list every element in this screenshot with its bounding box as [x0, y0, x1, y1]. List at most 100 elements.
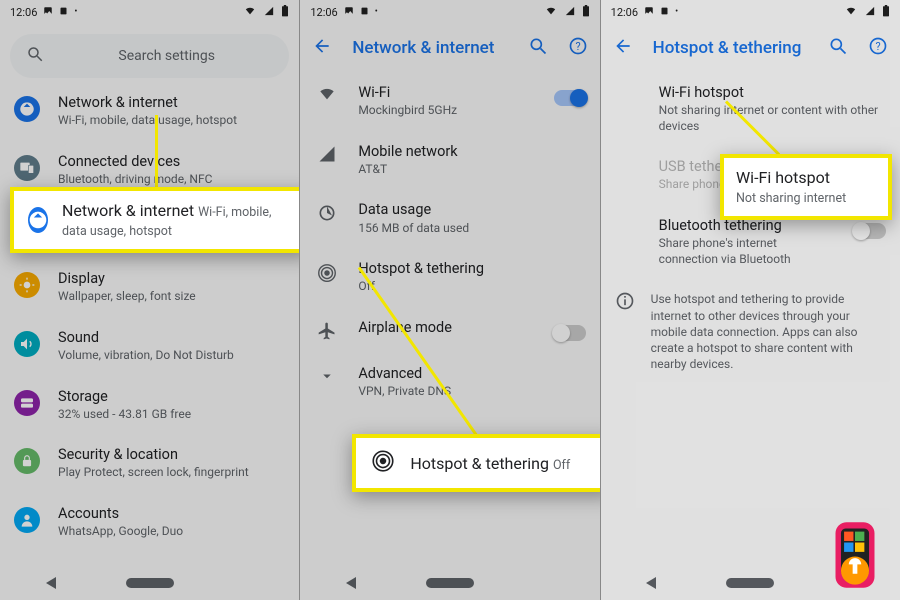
cell-icon [314, 145, 340, 163]
info-row: Use hotspot and tethering to provide int… [601, 279, 900, 384]
item-title: Display [58, 270, 285, 288]
settings-item[interactable]: AccountsWhatsApp, Google, Duo [0, 493, 299, 552]
clock: 12:06 [310, 6, 337, 19]
callout-hotspot-tethering: Hotspot & tethering Off [352, 434, 600, 492]
screen-header: Hotspot & tethering ? [601, 24, 900, 72]
nav-back-icon[interactable] [346, 577, 356, 589]
wifi-status-icon [544, 6, 558, 19]
callout-wifi-hotspot: Wi-Fi hotspot Not sharing internet [720, 154, 892, 220]
network-item[interactable]: Hotspot & tetheringOff [300, 248, 599, 307]
callout-sub: Not sharing internet [736, 191, 846, 206]
item-sub: Wi-Fi, mobile, data usage, hotspot [58, 113, 285, 129]
search-button[interactable] [828, 36, 848, 60]
settings-item[interactable]: DisplayWallpaper, sleep, font size [0, 258, 299, 317]
item-sub: Bluetooth, driving mode, NFC [58, 172, 285, 188]
item-sub: Share phone's internet connection via Bl… [659, 236, 836, 267]
wifi-status-icon [243, 6, 257, 19]
callout-sub: Off [553, 458, 570, 473]
search-icon [26, 45, 44, 67]
sound-icon [14, 331, 40, 357]
item-sub: Volume, vibration, Do Not Disturb [58, 348, 285, 364]
data-icon [314, 203, 340, 223]
image-icon [344, 6, 354, 19]
network-item[interactable]: Wi-FiMockingbird 5GHz [300, 72, 599, 131]
callout-title: Hotspot & tethering [410, 454, 549, 473]
nav-home-icon[interactable] [126, 578, 174, 588]
item-title: Network & internet [58, 94, 285, 112]
item-title: Security & location [58, 446, 285, 464]
help-button[interactable]: ? [568, 36, 588, 60]
svg-text:?: ? [875, 40, 880, 53]
status-bar: 12:06 • [300, 0, 599, 24]
item-sub: VPN, Private DNS [358, 384, 585, 400]
callout-title: Network & internet [62, 201, 194, 220]
info-text: Use hotspot and tethering to provide int… [651, 291, 886, 372]
wifi-icon [314, 86, 340, 102]
item-title: Data usage [358, 201, 585, 219]
item-title: Connected devices [58, 153, 285, 171]
more-icon: • [74, 7, 77, 17]
sim-icon [59, 6, 68, 19]
hotspot-item[interactable]: Wi-Fi hotspotNot sharing internet or con… [601, 72, 900, 146]
page-title: Hotspot & tethering [653, 38, 808, 58]
help-button[interactable]: ? [868, 36, 888, 60]
toggle[interactable] [854, 223, 886, 239]
display-icon [14, 272, 40, 298]
toggle[interactable] [554, 325, 586, 341]
item-sub: 32% used - 43.81 GB free [58, 407, 285, 423]
search-settings[interactable]: Search settings [10, 34, 289, 78]
item-title: Hotspot & tethering [358, 260, 585, 278]
network-item[interactable]: AdvancedVPN, Private DNS [300, 353, 599, 412]
devices-icon [14, 155, 40, 181]
hotspot-icon [314, 262, 340, 284]
screen-header: Network & internet ? [300, 24, 599, 72]
more-icon: • [375, 7, 378, 17]
network-item[interactable]: Airplane mode [300, 307, 599, 353]
item-sub: Off [358, 279, 585, 295]
gesture-nav[interactable] [300, 566, 599, 600]
brand-watermark [816, 516, 894, 594]
settings-item[interactable]: Network & internetWi-Fi, mobile, data us… [0, 82, 299, 141]
item-title: Wi-Fi hotspot [659, 84, 886, 102]
gesture-nav[interactable] [0, 566, 299, 600]
screen-settings-root: 12:06 • [0, 0, 300, 600]
toggle[interactable] [554, 90, 586, 106]
item-title: Sound [58, 329, 285, 347]
settings-item[interactable]: Security & locationPlay Protect, screen … [0, 434, 299, 493]
nav-home-icon[interactable] [426, 578, 474, 588]
network-item[interactable]: Mobile networkAT&T [300, 131, 599, 190]
item-title: Advanced [358, 365, 585, 383]
settings-item[interactable]: SoundVolume, vibration, Do Not Disturb [0, 317, 299, 376]
battery-icon [882, 5, 890, 20]
signal-icon [263, 6, 275, 19]
nav-back-icon[interactable] [646, 577, 656, 589]
page-title: Network & internet [352, 38, 507, 58]
storage-icon [14, 390, 40, 416]
signal-icon [564, 6, 576, 19]
settings-item[interactable]: Storage32% used - 43.81 GB free [0, 376, 299, 435]
item-title: Wi-Fi [358, 84, 535, 102]
callout-network-internet: Network & internet Wi-Fi, mobile, data u… [10, 187, 300, 253]
back-button[interactable] [613, 36, 633, 60]
search-button[interactable] [528, 36, 548, 60]
nav-home-icon[interactable] [726, 578, 774, 588]
back-button[interactable] [312, 36, 332, 60]
clock: 12:06 [10, 6, 37, 19]
item-sub: Wallpaper, sleep, font size [58, 289, 285, 305]
sim-icon [360, 6, 369, 19]
nav-back-icon[interactable] [46, 577, 56, 589]
status-bar: 12:06 • [0, 0, 299, 24]
lock-icon [14, 448, 40, 474]
status-bar: 12:06 • [601, 0, 900, 24]
item-sub: 156 MB of data used [358, 221, 585, 237]
sim-icon [660, 6, 669, 19]
item-sub: Play Protect, screen lock, fingerprint [58, 465, 285, 481]
globe-icon [28, 207, 48, 233]
item-title: Mobile network [358, 143, 585, 161]
annotation-line [155, 115, 158, 191]
item-title: Accounts [58, 505, 285, 523]
account-icon [14, 507, 40, 533]
network-item[interactable]: Data usage 156 MB of data used [300, 189, 599, 248]
more-icon: • [675, 7, 678, 17]
item-sub: AT&T [358, 162, 585, 178]
